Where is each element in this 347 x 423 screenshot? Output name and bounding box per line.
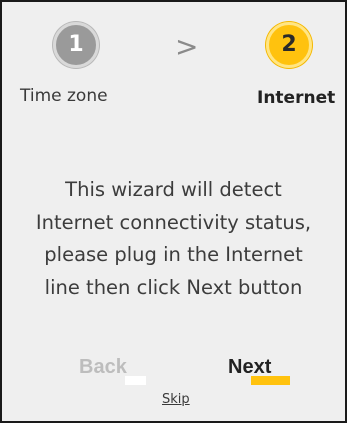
- back-button-underline: [125, 376, 146, 385]
- step-1-label: Time zone: [20, 86, 108, 106]
- message-line: please plug in the Internet: [44, 243, 303, 266]
- wizard-panel: 1 > 2 Time zone Internet This wizard wil…: [0, 0, 347, 423]
- message-line: line then click Next button: [44, 275, 303, 299]
- wizard-message: This wizard will detect Internet connect…: [10, 174, 337, 304]
- step-separator: >: [175, 30, 199, 63]
- step-1-indicator: 1: [53, 22, 99, 68]
- step-2-label: Internet: [257, 88, 336, 108]
- step-2-indicator: 2: [266, 22, 312, 68]
- next-button-underline: [251, 376, 290, 385]
- back-button[interactable]: Back: [79, 356, 127, 379]
- message-line: Internet connectivity status,: [35, 210, 312, 234]
- step-1-number: 1: [68, 32, 84, 57]
- skip-link[interactable]: Skip: [162, 392, 190, 407]
- message-line: This wizard will detect: [65, 178, 282, 201]
- step-2-number: 2: [281, 32, 297, 57]
